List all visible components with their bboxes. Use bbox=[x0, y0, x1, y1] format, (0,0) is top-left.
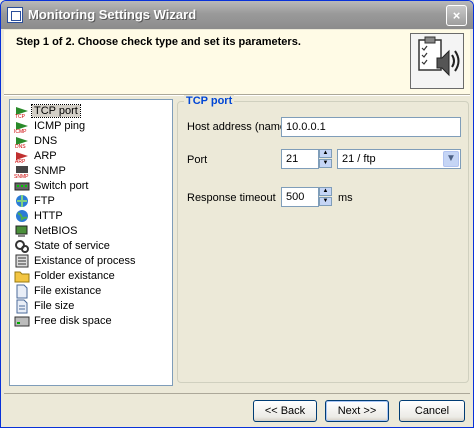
process-icon bbox=[14, 254, 30, 269]
tcp-icon: TCP bbox=[14, 104, 30, 120]
icmp-icon: ICMP bbox=[14, 119, 30, 135]
window-title: Monitoring Settings Wizard bbox=[28, 7, 197, 22]
next-button[interactable]: Next >> bbox=[325, 400, 389, 422]
host-address-input[interactable]: 10.0.0.1 bbox=[281, 117, 461, 137]
monitoring-checklist-icon bbox=[410, 33, 464, 89]
timeout-spinner[interactable]: ▲ ▼ bbox=[319, 187, 332, 207]
header-divider bbox=[4, 95, 470, 96]
port-spin-down-icon[interactable]: ▼ bbox=[319, 159, 332, 168]
port-spin-up-icon[interactable]: ▲ bbox=[319, 149, 332, 158]
netbios-icon bbox=[14, 224, 30, 239]
arp-icon: ARP bbox=[14, 149, 30, 165]
port-spinner[interactable]: ▲ ▼ bbox=[319, 149, 332, 169]
snmp-icon: SNMP bbox=[14, 164, 30, 180]
port-input[interactable]: 21 bbox=[281, 149, 319, 169]
port-service-select[interactable]: 21 / ftp ▼ bbox=[337, 149, 461, 169]
check-type-file-existance[interactable]: File existance bbox=[12, 284, 170, 299]
check-type-list[interactable]: TCP TCP port ICMP ICMP ping DNS DNS ARP … bbox=[9, 99, 173, 386]
cancel-button[interactable]: Cancel bbox=[399, 400, 465, 422]
service-icon bbox=[14, 239, 30, 254]
check-type-http[interactable]: HTTP bbox=[12, 209, 170, 224]
check-type-snmp[interactable]: SNMP SNMP bbox=[12, 164, 170, 180]
check-type-arp[interactable]: ARP ARP bbox=[12, 149, 170, 165]
check-type-ftp[interactable]: FTP bbox=[12, 194, 170, 209]
title-bar[interactable]: Monitoring Settings Wizard × bbox=[1, 1, 473, 29]
response-timeout-label: Response timeout bbox=[187, 192, 276, 204]
check-type-switch-port[interactable]: Switch port bbox=[12, 179, 170, 194]
back-button[interactable]: << Back bbox=[253, 400, 317, 422]
check-type-icmp-ping[interactable]: ICMP ICMP ping bbox=[12, 119, 170, 135]
folder-icon bbox=[14, 269, 30, 284]
response-timeout-input[interactable]: 500 bbox=[281, 187, 319, 207]
file-icon bbox=[14, 284, 30, 299]
check-type-netbios[interactable]: NetBIOS bbox=[12, 224, 170, 239]
step-text: Step 1 of 2. Choose check type and set i… bbox=[16, 36, 301, 48]
disk-icon bbox=[14, 314, 30, 329]
timeout-spin-up-icon[interactable]: ▲ bbox=[319, 187, 332, 196]
check-type-folder-existance[interactable]: Folder existance bbox=[12, 269, 170, 284]
check-type-dns[interactable]: DNS DNS bbox=[12, 134, 170, 150]
settings-group-title: TCP port bbox=[184, 95, 235, 107]
check-type-free-disk-space[interactable]: Free disk space bbox=[12, 314, 170, 329]
file-size-icon bbox=[14, 299, 30, 314]
check-type-state-of-service[interactable]: State of service bbox=[12, 239, 170, 254]
port-service-value: 21 / ftp bbox=[342, 153, 376, 165]
check-type-file-size[interactable]: File size bbox=[12, 299, 170, 314]
switch-port-icon bbox=[14, 179, 30, 194]
http-icon bbox=[14, 209, 30, 224]
timeout-spin-down-icon[interactable]: ▼ bbox=[319, 197, 332, 206]
footer-divider bbox=[4, 393, 470, 394]
app-icon bbox=[7, 7, 23, 23]
dns-icon: DNS bbox=[14, 134, 30, 150]
wizard-header: Step 1 of 2. Choose check type and set i… bbox=[4, 30, 470, 95]
port-label: Port bbox=[187, 154, 208, 166]
check-type-tcp-port[interactable]: TCP TCP port bbox=[12, 104, 170, 120]
timeout-unit: ms bbox=[338, 192, 353, 204]
chevron-down-icon[interactable]: ▼ bbox=[443, 151, 459, 167]
host-address-label: Host address (name) bbox=[187, 121, 290, 133]
ftp-icon bbox=[14, 194, 30, 209]
check-type-existance-of-process[interactable]: Existance of process bbox=[12, 254, 170, 269]
tcp-settings-group bbox=[177, 101, 469, 383]
wizard-window: Monitoring Settings Wizard × Step 1 of 2… bbox=[0, 0, 474, 428]
close-button[interactable]: × bbox=[446, 5, 467, 26]
